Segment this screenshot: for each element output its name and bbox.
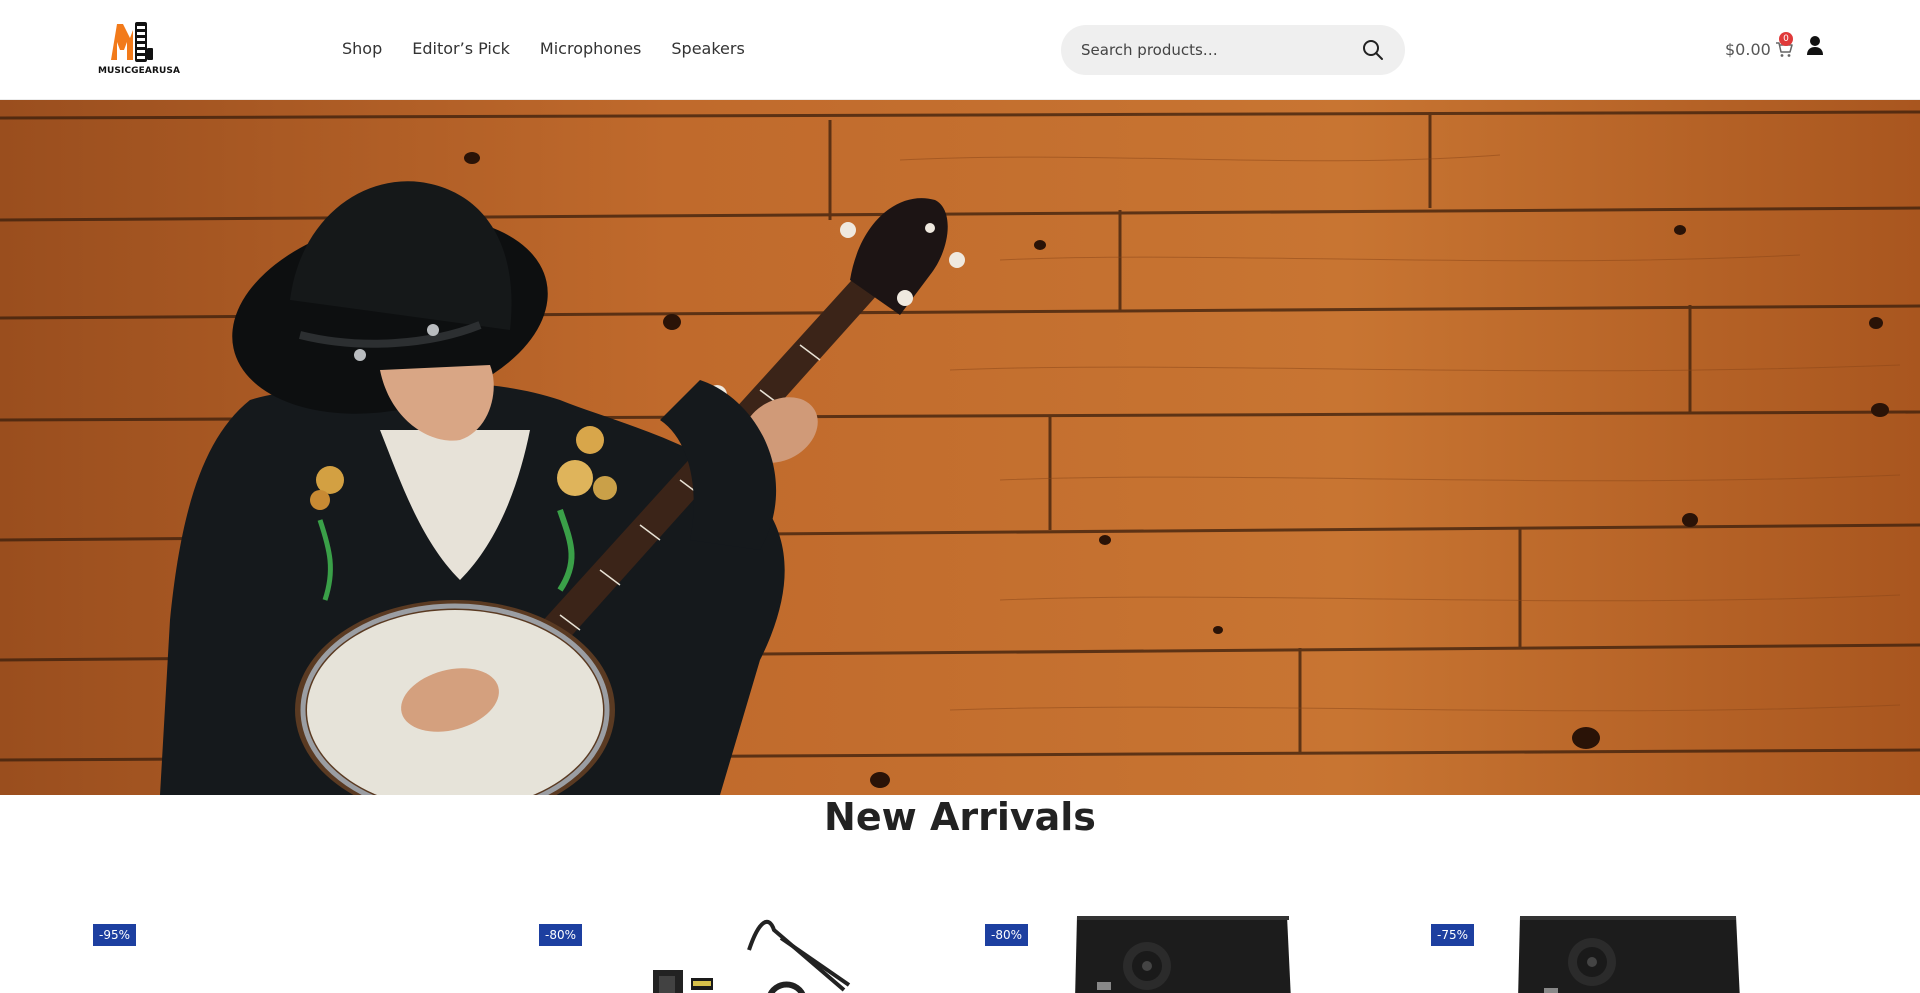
product-image [1075,916,1291,993]
cart-count-badge: 0 [1779,32,1793,46]
search-bar [1061,25,1405,75]
product-card[interactable]: -80% [985,910,1385,993]
hero-banner [0,100,1920,795]
nav-item-microphones[interactable]: Microphones [540,38,641,60]
site-header: MUSICGEARUSA Shop Editor’s Pick Micropho… [0,0,1920,100]
brand-logo[interactable]: MUSICGEARUSA [97,18,181,80]
discount-badge: -80% [985,924,1029,946]
logo-mark [111,22,153,62]
user-icon[interactable] [1806,35,1824,57]
product-image [653,919,851,993]
product-card[interactable]: -80% [539,910,939,993]
nav-item-editors-pick[interactable]: Editor’s Pick [412,38,510,60]
hero-image [0,100,1920,795]
main-nav: Shop Editor’s Pick Microphones Speakers [342,38,775,60]
brand-name: MUSICGEARUSA [97,66,181,76]
section-title-new-arrivals: New Arrivals [824,795,1096,839]
product-image [1518,916,1740,993]
product-card[interactable]: -75% [1431,910,1831,993]
cart-total: $0.00 [1725,39,1771,59]
product-card[interactable]: -95% [93,910,493,993]
search-icon[interactable] [1361,38,1385,62]
nav-item-speakers[interactable]: Speakers [671,38,744,60]
nav-item-shop[interactable]: Shop [342,38,382,60]
discount-badge: -95% [93,924,137,946]
discount-badge: -80% [539,924,583,946]
discount-badge: -75% [1431,924,1475,946]
search-input[interactable] [1081,37,1351,63]
